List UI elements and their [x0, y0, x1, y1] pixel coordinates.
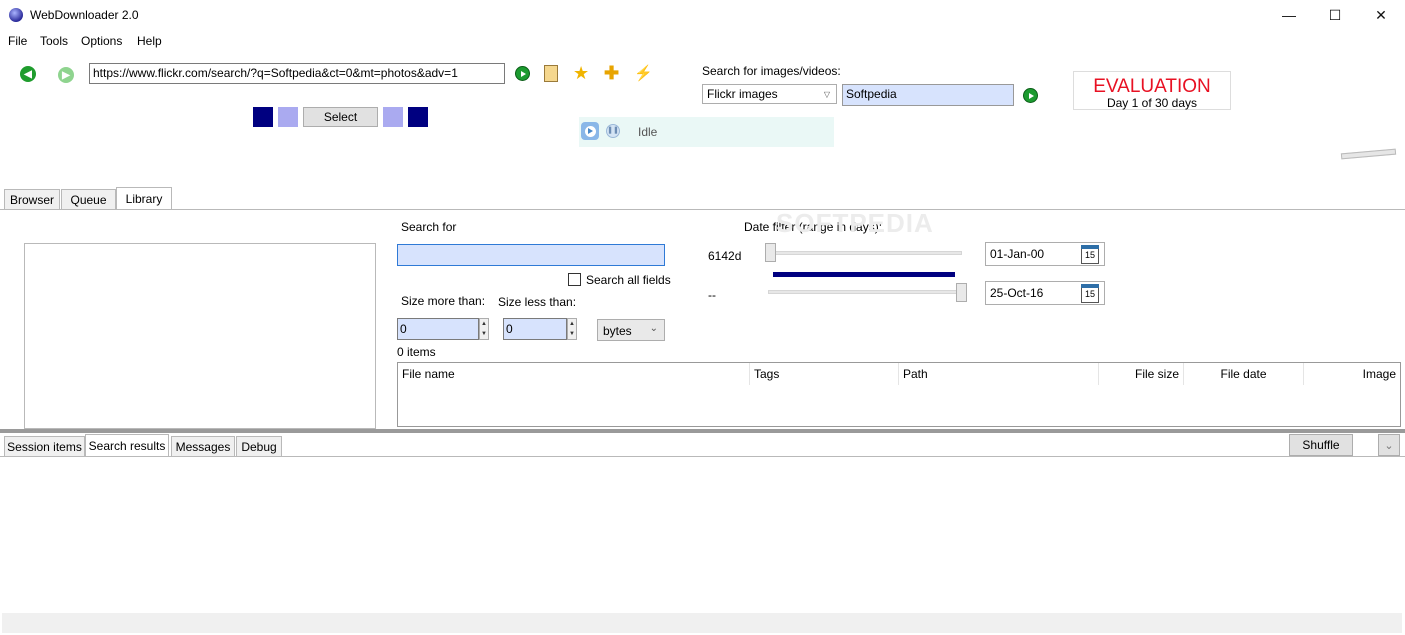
image-search-go-icon[interactable] [1023, 88, 1038, 103]
tab-library[interactable]: Library [116, 187, 172, 210]
range-from-label: 6142d [708, 249, 742, 263]
library-search-input[interactable] [397, 244, 665, 266]
panel-splitter[interactable] [0, 429, 1405, 433]
menu-help[interactable]: Help [137, 34, 162, 48]
column-path[interactable]: Path [899, 363, 1099, 385]
select-button[interactable]: Select [303, 107, 378, 127]
calendar-icon[interactable]: 15 [1081, 245, 1099, 264]
search-all-fields-checkbox[interactable] [568, 273, 581, 286]
tab-session-items[interactable]: Session items [4, 436, 85, 457]
image-search-label: Search for images/videos: [702, 64, 841, 78]
search-for-label: Search for [401, 220, 457, 234]
tab-debug[interactable]: Debug [236, 436, 282, 457]
range-from-track [768, 251, 962, 255]
menu-options[interactable]: Options [81, 34, 122, 48]
maximize-button[interactable]: ☐ [1312, 0, 1358, 30]
resize-grip[interactable] [1340, 148, 1397, 160]
image-search-input[interactable]: Softpedia [842, 84, 1014, 106]
column-file-name[interactable]: File name [398, 363, 750, 385]
title-bar: WebDownloader 2.0 — ☐ ✕ [0, 0, 1405, 30]
tab-search-results[interactable]: Search results [85, 434, 169, 457]
range-to-label: -- [708, 288, 716, 302]
back-arrow-icon[interactable]: ◀ [20, 66, 36, 82]
search-results-pane[interactable] [2, 457, 1402, 612]
selected-range-bar [773, 272, 955, 277]
evaluation-box: EVALUATION Day 1 of 30 days [1073, 71, 1231, 110]
url-input[interactable]: https://www.flickr.com/search/?q=Softped… [89, 63, 505, 84]
date-from-picker[interactable]: 01-Jan-00 15 [985, 242, 1105, 266]
library-tree-pane[interactable] [24, 243, 376, 429]
column-file-size[interactable]: File size [1099, 363, 1184, 385]
column-file-date[interactable]: File date [1184, 363, 1304, 385]
go-icon[interactable] [515, 66, 530, 81]
color-square-dark-right[interactable] [408, 107, 428, 127]
pause-icon[interactable]: ❚❚ [606, 124, 620, 138]
date-to-value: 25-Oct-16 [990, 286, 1044, 300]
tab-messages[interactable]: Messages [171, 436, 235, 457]
app-globe-icon [9, 8, 23, 22]
column-tags[interactable]: Tags [750, 363, 899, 385]
download-status-bar: ❚❚ Idle [579, 117, 834, 147]
size-less-label: Size less than: [498, 295, 577, 309]
shuffle-button[interactable]: Shuffle [1289, 434, 1353, 456]
size-more-label: Size more than: [401, 294, 486, 308]
chevron-down-icon: ⌄ [649, 323, 658, 334]
size-less-input[interactable]: 0 [503, 318, 567, 340]
size-unit-select[interactable]: bytes ⌄ [597, 319, 665, 341]
color-square-light-left[interactable] [278, 107, 298, 127]
chevron-down-icon: ▽ [823, 90, 830, 99]
play-icon[interactable] [581, 122, 599, 140]
tab-queue[interactable]: Queue [61, 189, 116, 210]
window-title: WebDownloader 2.0 [30, 8, 139, 22]
column-image[interactable]: Image [1304, 363, 1400, 385]
minimize-button[interactable]: — [1266, 0, 1312, 30]
color-square-light-right[interactable] [383, 107, 403, 127]
favorite-star-icon[interactable]: ★ [573, 63, 589, 83]
date-to-picker[interactable]: 25-Oct-16 15 [985, 281, 1105, 305]
forward-arrow-icon[interactable]: ▶ [58, 67, 74, 83]
status-text: Idle [638, 125, 658, 139]
size-less-stepper[interactable]: ▲ ▼ [567, 318, 577, 340]
tools-wand-icon[interactable]: ⚡ [634, 64, 653, 84]
tab-divider [0, 209, 1405, 210]
tab-browser[interactable]: Browser [4, 189, 60, 210]
evaluation-days: Day 1 of 30 days [1106, 96, 1198, 110]
size-unit-value: bytes [603, 324, 632, 338]
range-to-track [768, 290, 962, 294]
clipboard-icon[interactable] [544, 65, 558, 82]
range-to-slider[interactable] [956, 283, 967, 302]
search-all-fields-label: Search all fields [586, 273, 671, 287]
softpedia-watermark: SOFTPEDIA [776, 208, 934, 238]
range-from-slider[interactable] [765, 243, 776, 262]
horizontal-scrollbar[interactable] [2, 613, 1402, 633]
date-from-value: 01-Jan-00 [990, 247, 1045, 261]
evaluation-title: EVALUATION [1093, 76, 1211, 97]
add-favorite-icon[interactable]: ✚ [604, 63, 619, 83]
color-square-dark-left[interactable] [253, 107, 273, 127]
size-more-input[interactable]: 0 [397, 318, 479, 340]
menu-tools[interactable]: Tools [40, 34, 68, 48]
close-button[interactable]: ✕ [1358, 0, 1404, 30]
library-table[interactable]: File name Tags Path File size File date … [397, 362, 1401, 427]
size-more-stepper[interactable]: ▲ ▼ [479, 318, 489, 340]
provider-select-value: Flickr images [707, 87, 778, 101]
menu-file[interactable]: File [8, 34, 27, 48]
provider-select[interactable]: Flickr images ▽ [702, 84, 837, 104]
items-count: 0 items [397, 345, 436, 359]
collapse-chevrons-icon[interactable]: ⌄ [1378, 434, 1400, 456]
calendar-icon[interactable]: 15 [1081, 284, 1099, 303]
